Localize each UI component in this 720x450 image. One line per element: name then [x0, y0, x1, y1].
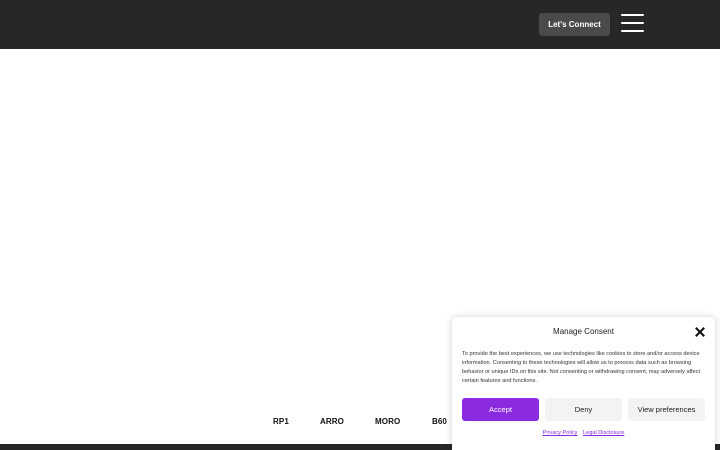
consent-description: To provide the best experiences, we use …	[462, 351, 701, 384]
cookie-consent-dialog: Manage Consent To provide the best exper…	[452, 317, 715, 450]
menu-bar	[621, 30, 644, 32]
menu-bar	[621, 14, 644, 16]
page: Let's Connect RP1 ARRO MORO B60 Manage C…	[0, 0, 720, 450]
menu-bar	[621, 22, 644, 24]
brand-label: ARRO	[320, 417, 344, 426]
hamburger-menu-icon[interactable]	[621, 13, 644, 34]
close-icon[interactable]	[694, 326, 706, 338]
legal-disclosure-link[interactable]: Legal Disclosure	[583, 430, 624, 436]
deny-button[interactable]: Deny	[545, 398, 622, 421]
brand-label: MORO	[375, 417, 401, 426]
site-header: Let's Connect	[0, 0, 720, 49]
brand-label: B60	[432, 417, 447, 426]
accept-button[interactable]: Accept	[462, 398, 539, 421]
brand-label: RP1	[273, 417, 289, 426]
view-preferences-button[interactable]: View preferences	[628, 398, 705, 421]
consent-title: Manage Consent	[553, 327, 614, 336]
consent-links: Privacy Policy Legal Disclosure	[452, 430, 715, 436]
privacy-policy-link[interactable]: Privacy Policy	[543, 430, 578, 436]
lets-connect-button[interactable]: Let's Connect	[539, 13, 610, 36]
